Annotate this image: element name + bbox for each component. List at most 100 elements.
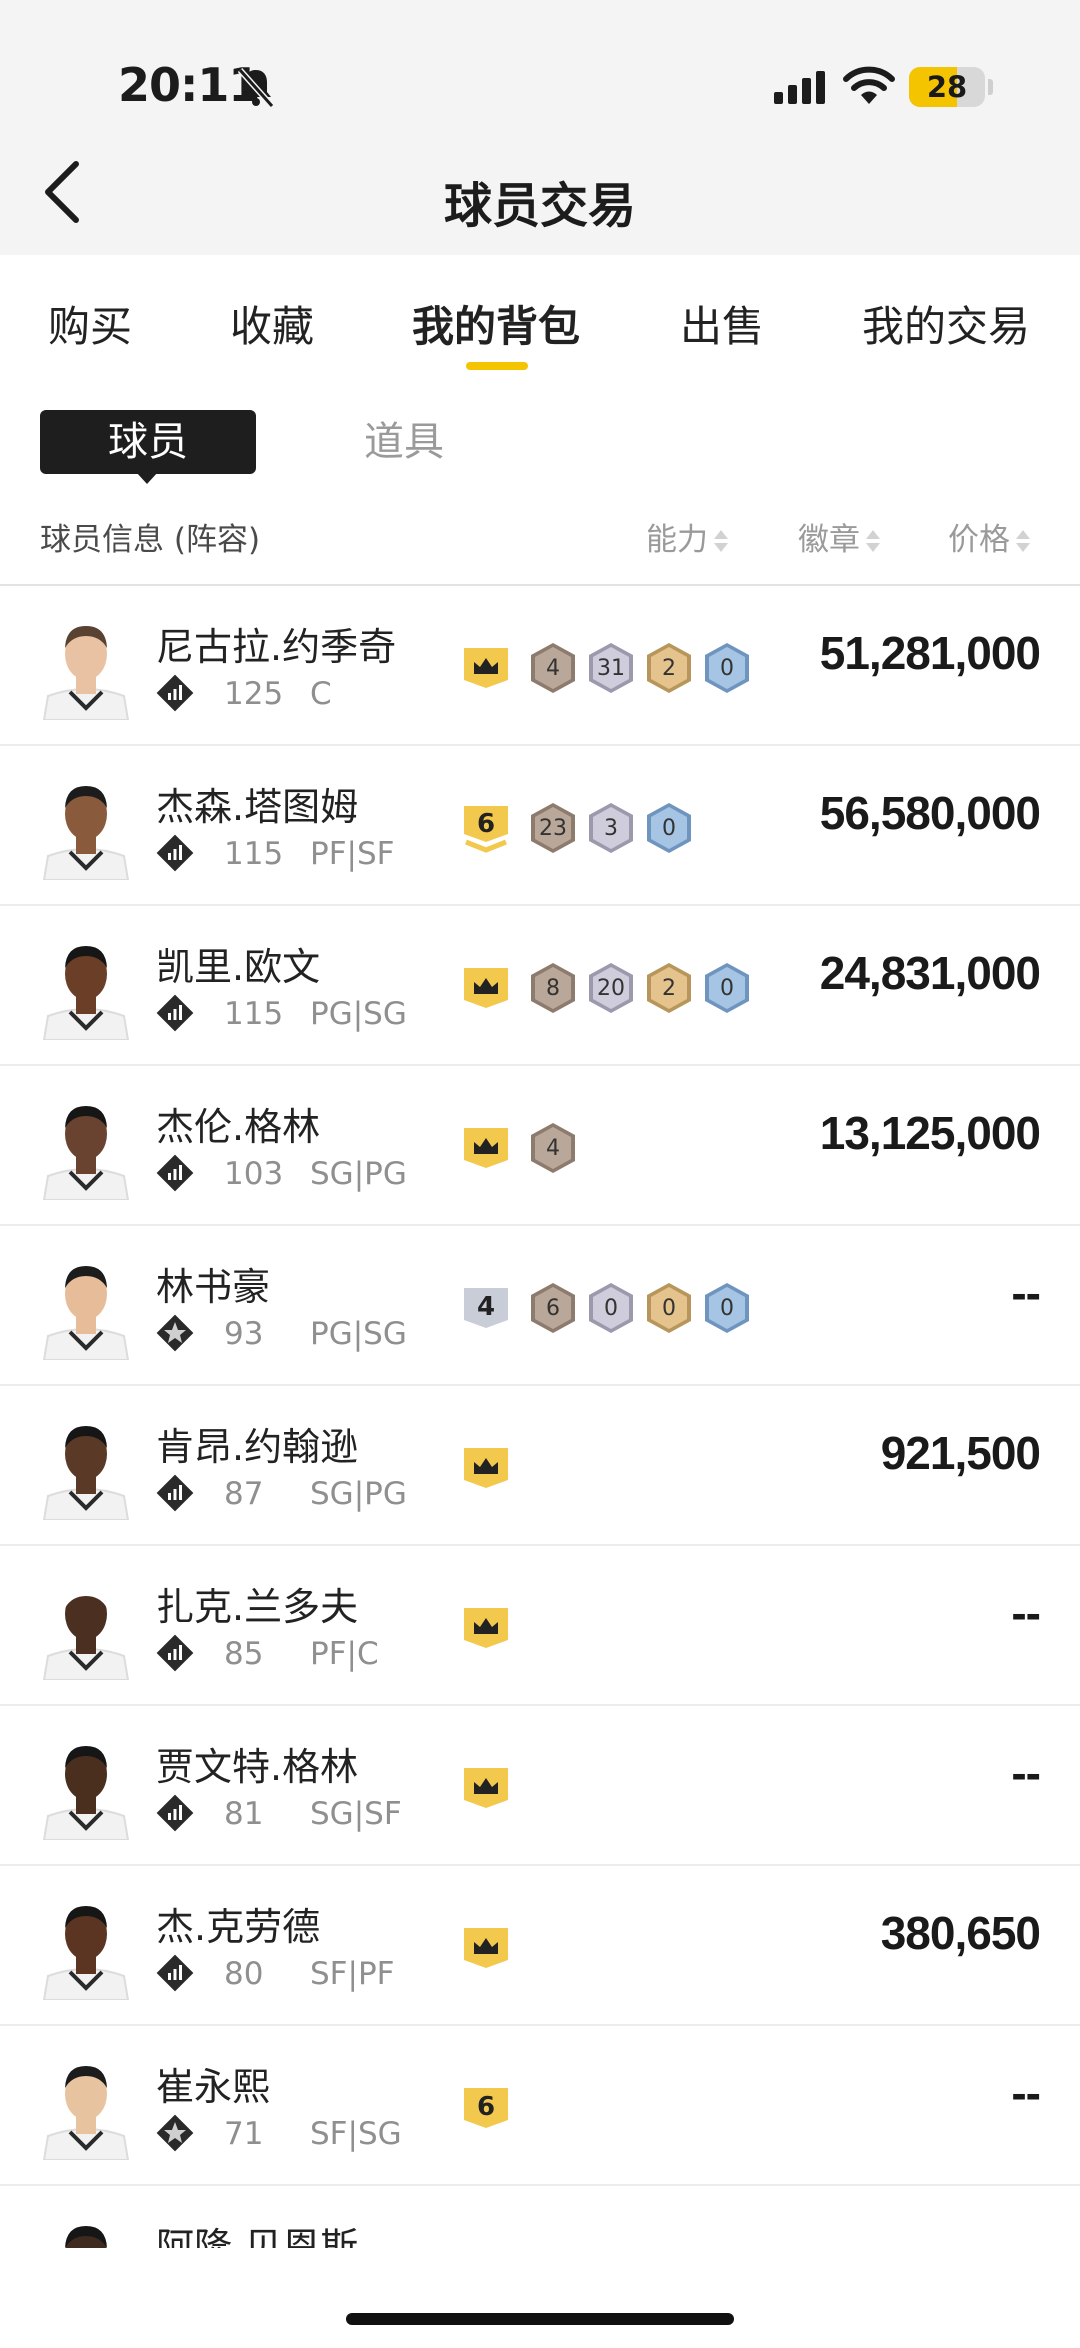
column-price-label: 价格 [948, 522, 1010, 558]
player-avatar [42, 1586, 130, 1680]
badge-count: 8 [546, 976, 560, 1001]
tab-my-trades[interactable]: 我的交易 [862, 293, 1030, 354]
badge-count: 6 [477, 2092, 495, 2122]
crown-badge-icon [464, 1128, 508, 1168]
badge-count: 2 [662, 976, 676, 1001]
badge-count: 0 [662, 816, 676, 841]
player-price: 56,580,000 [819, 787, 1041, 839]
badge-count: 2 [662, 656, 676, 681]
player-row[interactable]: 杰森.塔图姆 115 PF|SF 6 23 3 0 56,580,000 [0, 746, 1080, 906]
player-position: SF|PF [310, 1956, 395, 1992]
player-position: PF|C [310, 1636, 379, 1672]
column-price[interactable]: 价格 [948, 514, 1030, 559]
player-rating: 71 [224, 2116, 264, 2152]
segment-pointer [136, 472, 158, 484]
player-row[interactable]: 肯昂.约翰逊 87 SG|PG 921,500 [0, 1386, 1080, 1546]
player-row[interactable]: 尼古拉.约季奇 125 C 4 31 2 0 51,281,000 [0, 586, 1080, 746]
player-price: 921,500 [880, 1427, 1041, 1479]
player-name: 肯昂.约翰逊 [156, 1425, 359, 1469]
bell-muted-icon [237, 68, 275, 108]
rank-diamond-icon [156, 1474, 194, 1512]
player-rating: 85 [224, 1636, 264, 1672]
player-position: SF|SG [310, 2116, 402, 2152]
gold-badge-icon: 0 [647, 1283, 691, 1333]
player-row[interactable]: 杰.克劳德 80 SF|PF 380,650 [0, 1866, 1080, 2026]
badge-count: 0 [720, 976, 734, 1001]
silver-badge-icon: 31 [589, 643, 633, 693]
home-indicator[interactable] [346, 2313, 734, 2325]
player-row[interactable]: 崔永熙 71 SF|SG 6 -- [0, 2026, 1080, 2186]
badge-count: 4 [477, 1292, 495, 1322]
badge-count: 0 [662, 1296, 676, 1321]
tab-my-backpack[interactable]: 我的背包 [412, 293, 580, 354]
battery-nub [988, 79, 993, 95]
player-name: 林书豪 [156, 1265, 271, 1309]
level-level-badge: 6 [464, 806, 508, 853]
badge-count: 6 [546, 1296, 560, 1321]
player-price: 380,650 [880, 1907, 1041, 1959]
tag-level-badge: 4 [464, 1288, 508, 1328]
player-avatar [42, 1906, 130, 2000]
column-badges[interactable]: 徽章 [798, 514, 880, 559]
segment-items[interactable]: 道具 [364, 410, 444, 474]
player-row[interactable]: 贾文特.格林 81 SG|SF -- [0, 1706, 1080, 1866]
player-avatar [42, 946, 130, 1040]
player-name: 杰森.塔图姆 [156, 785, 359, 829]
player-avatar [42, 1106, 130, 1200]
tab-buy[interactable]: 购买 [48, 293, 132, 354]
gold-badge-icon: 2 [647, 643, 691, 693]
bronze-badge-icon: 4 [531, 1123, 575, 1173]
player-row[interactable]: 林书豪 93 PG|SG 4 6 0 0 0 -- [0, 1226, 1080, 1386]
player-avatar [42, 786, 130, 880]
badge-count: 0 [720, 1296, 734, 1321]
player-price: -- [1011, 2067, 1041, 2119]
player-row[interactable]: 扎克.兰多夫 85 PF|C -- [0, 1546, 1080, 1706]
player-avatar [42, 1746, 130, 1840]
crown-badge-icon [464, 1448, 508, 1488]
segment-players[interactable]: 球员 [40, 410, 256, 474]
rank-star-icon [156, 1314, 194, 1352]
flag-level-badge: 6 [464, 2088, 508, 2128]
badge-count: 0 [720, 656, 734, 681]
crown-badge-icon [464, 1768, 508, 1808]
player-rating: 125 [224, 676, 284, 712]
active-tab-indicator [466, 362, 528, 370]
player-name: 贾文特.格林 [156, 1745, 359, 1789]
player-avatar [42, 2066, 130, 2160]
wifi-icon [843, 66, 895, 104]
player-position: PF|SF [310, 836, 395, 872]
bronze-badge-icon: 4 [531, 643, 575, 693]
player-name: 扎克.兰多夫 [156, 1585, 359, 1629]
player-avatar [42, 1266, 130, 1360]
sort-icon [714, 528, 728, 556]
bronze-badge-icon: 6 [531, 1283, 575, 1333]
silver-badge-icon: 20 [589, 963, 633, 1013]
rank-diamond-icon [156, 674, 194, 712]
column-ability[interactable]: 能力 [646, 514, 728, 559]
blue-badge-icon: 0 [705, 963, 749, 1013]
player-position: SG|PG [310, 1156, 407, 1192]
player-row[interactable]: 凯里.欧文 115 PG|SG 8 20 2 0 24,831,000 [0, 906, 1080, 1066]
player-row[interactable]: 杰伦.格林 103 SG|PG 4 13,125,000 [0, 1066, 1080, 1226]
player-position: PG|SG [310, 1316, 407, 1352]
player-rating: 87 [224, 1476, 264, 1512]
player-rating: 80 [224, 1956, 264, 1992]
crown-badge-icon [464, 968, 508, 1008]
player-name: 凯里.欧文 [156, 945, 321, 989]
player-rating: 115 [224, 836, 284, 872]
player-rating: 93 [224, 1316, 264, 1352]
column-ability-label: 能力 [646, 522, 708, 558]
player-rating: 115 [224, 996, 284, 1032]
sort-icon [866, 528, 880, 556]
badge-count: 20 [597, 976, 625, 1001]
badge-count: 3 [604, 816, 618, 841]
player-position: SG|SF [310, 1796, 402, 1832]
badge-count: 4 [546, 656, 560, 681]
player-position: PG|SG [310, 996, 407, 1032]
tab-sell[interactable]: 出售 [680, 293, 764, 354]
tab-favorites[interactable]: 收藏 [230, 293, 314, 354]
rank-diamond-icon [156, 1954, 194, 1992]
crown-badge-icon [464, 648, 508, 688]
silver-badge-icon: 0 [589, 1283, 633, 1333]
bronze-badge-icon: 8 [531, 963, 575, 1013]
